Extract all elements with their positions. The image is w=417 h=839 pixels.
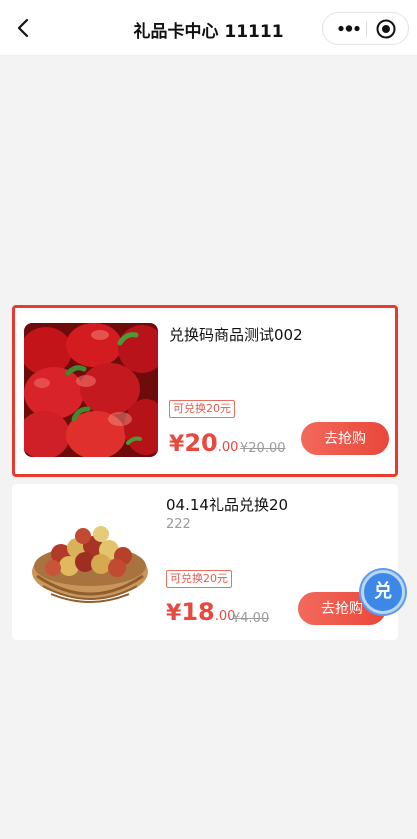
price-integer: 18 [181,598,215,626]
jujube-basket-image [23,496,157,630]
more-dots-icon[interactable] [333,13,365,44]
red-bell-peppers-image [24,323,158,457]
original-price: ¥4.00 [232,611,270,626]
product-card[interactable]: 04.14礼品兑换20 222 可兑换20元 ¥18.00 ¥4.00 去抢购 [12,484,398,640]
product-price: ¥20.00 [169,429,238,457]
currency-symbol: ¥ [169,432,185,457]
product-card[interactable]: 兑换码商品测试002 可兑换20元 ¥20.00 ¥20.00 去抢购 [12,305,398,477]
product-name: 兑换码商品测试002 [169,326,303,344]
original-price: ¥20.00 [240,441,286,456]
product-subtitle: 222 [166,517,191,532]
currency-symbol: ¥ [166,601,182,626]
product-name: 04.14礼品兑换20 [166,496,289,514]
exchange-tag: 可兑换20元 [166,570,232,588]
product-price: ¥18.00 [166,598,235,626]
exchange-tag: 可兑换20元 [169,400,235,418]
redeem-float-button[interactable]: 兑 [361,570,405,614]
navigation-bar: 礼品卡中心 11111 [0,0,417,56]
price-integer: 20 [184,429,218,457]
buy-now-button[interactable]: 去抢购 [301,422,389,455]
price-decimal: .00 [217,440,239,455]
capsule-divider [366,21,367,37]
mini-program-capsule [322,12,409,45]
target-circle-icon[interactable] [375,18,397,40]
